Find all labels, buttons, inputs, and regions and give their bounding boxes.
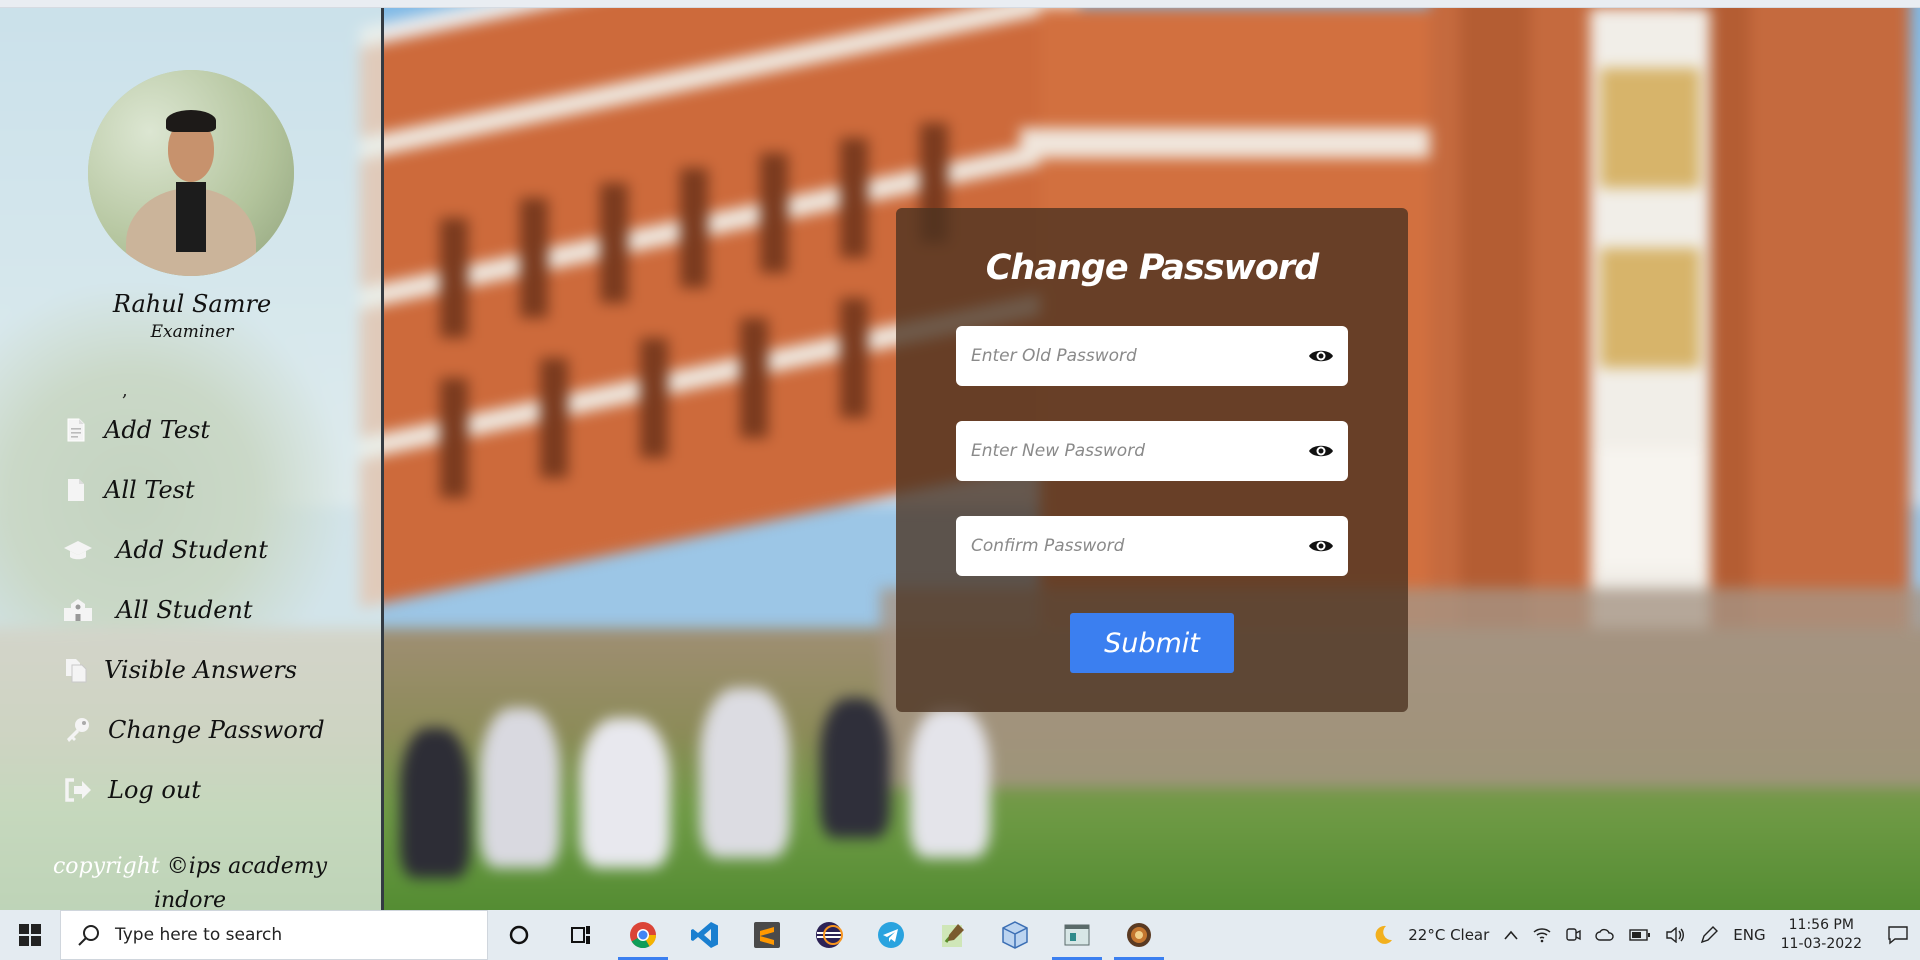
task-view-icon[interactable]: [550, 910, 612, 960]
app-icon[interactable]: [1108, 910, 1170, 960]
eye-icon[interactable]: [1308, 537, 1334, 555]
nav-label: Change Password: [108, 716, 325, 744]
sidebar: Rahul Samre Examiner , Add Test All Test…: [0, 8, 384, 913]
document-icon: [62, 476, 90, 504]
old-password-input[interactable]: [956, 326, 1308, 386]
weather-text[interactable]: 22°C Clear: [1408, 926, 1489, 944]
document-text-icon: [62, 416, 90, 444]
nav-add-test[interactable]: Add Test: [62, 410, 210, 450]
system-tray: 22°C Clear ENG 11:56 PM 11-03-2022: [1365, 910, 1920, 960]
school-building-icon: [62, 596, 94, 624]
copyright: copyright ©ips academy indore: [40, 850, 340, 918]
old-password-field: [956, 326, 1348, 386]
graduation-cap-icon: [62, 536, 94, 564]
nav-label: Add Student: [116, 536, 268, 564]
chevron-up-icon[interactable]: [1503, 929, 1519, 941]
pen-icon[interactable]: [1699, 925, 1719, 945]
windows-icon: [19, 924, 41, 946]
separator-mark: ,: [122, 380, 128, 401]
telegram-icon[interactable]: [860, 910, 922, 960]
clock-date: 11-03-2022: [1780, 936, 1862, 952]
browser-top-strip: [0, 0, 1920, 8]
nav-all-test[interactable]: All Test: [62, 470, 195, 510]
cloud-icon[interactable]: [1595, 928, 1615, 942]
nav-label: Log out: [108, 776, 201, 804]
nav-log-out[interactable]: Log out: [62, 770, 201, 810]
eye-icon[interactable]: [1308, 347, 1334, 365]
nav-label: All Student: [116, 596, 253, 624]
sign-out-icon: [62, 776, 94, 804]
virtualbox-icon[interactable]: [984, 910, 1046, 960]
chrome-icon[interactable]: [612, 910, 674, 960]
nav-label: Visible Answers: [104, 656, 298, 684]
meet-icon[interactable]: [1565, 927, 1581, 943]
clock-time: 11:56 PM: [1788, 917, 1854, 933]
nav-label: All Test: [104, 476, 195, 504]
new-password-field: [956, 421, 1348, 481]
user-role: Examiner: [150, 322, 234, 342]
taskbar-search[interactable]: Type here to search: [60, 910, 488, 960]
wifi-icon[interactable]: [1533, 927, 1551, 943]
avatar: [88, 70, 294, 276]
nav-change-password[interactable]: Change Password: [62, 710, 325, 750]
taskbar: Type here to search 22°C Clear ENG 11:56…: [0, 910, 1920, 960]
change-password-card: Change Password Submit: [896, 208, 1408, 712]
sublime-icon[interactable]: [736, 910, 798, 960]
nav-label: Add Test: [104, 416, 210, 444]
battery-icon[interactable]: [1629, 929, 1651, 941]
terminal-icon[interactable]: [1046, 910, 1108, 960]
language-indicator[interactable]: ENG: [1733, 926, 1765, 944]
nav-all-student[interactable]: All Student: [62, 590, 253, 630]
page-title: Change Password: [985, 248, 1320, 288]
search-icon: [78, 925, 99, 946]
copy-files-icon: [62, 656, 90, 684]
copyright-text: ©ips academy indore: [153, 854, 328, 913]
submit-button[interactable]: Submit: [1070, 613, 1234, 673]
copyright-prefix: copyright: [52, 854, 160, 879]
confirm-password-field: [956, 516, 1348, 576]
eclipse-icon[interactable]: [798, 910, 860, 960]
new-password-input[interactable]: [956, 421, 1308, 481]
start-button[interactable]: [0, 910, 60, 960]
cortana-icon[interactable]: [488, 910, 550, 960]
volume-icon[interactable]: [1665, 927, 1685, 943]
confirm-password-input[interactable]: [956, 516, 1308, 576]
user-name: Rahul Samre: [112, 290, 272, 318]
nav-add-student[interactable]: Add Student: [62, 530, 268, 570]
moon-icon: [1372, 924, 1394, 946]
vscode-icon[interactable]: [674, 910, 736, 960]
key-icon: [62, 716, 94, 744]
notepad-icon[interactable]: [922, 910, 984, 960]
eye-icon[interactable]: [1308, 442, 1334, 460]
search-placeholder: Type here to search: [115, 925, 283, 945]
nav-visible-answers[interactable]: Visible Answers: [62, 650, 297, 690]
clock[interactable]: 11:56 PM 11-03-2022: [1781, 916, 1862, 954]
notification-icon[interactable]: [1876, 910, 1920, 960]
